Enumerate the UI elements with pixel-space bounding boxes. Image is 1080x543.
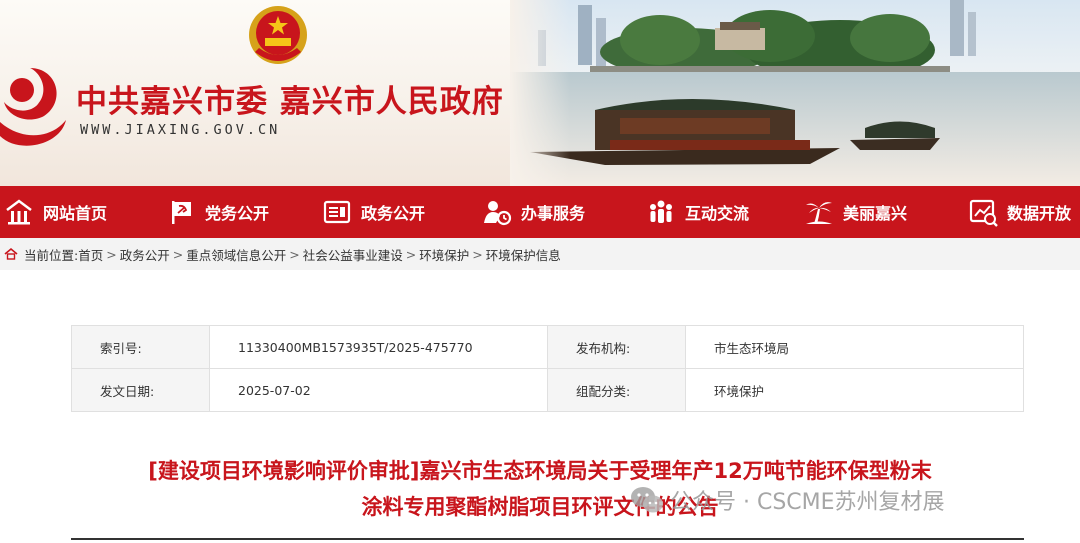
- date-label: 发文日期:: [71, 368, 210, 412]
- people-icon: [650, 200, 672, 223]
- breadcrumb-link-government[interactable]: 政务公开: [120, 245, 170, 264]
- main-nav: 网站首页 党务公开 政务公开 办事服务 互动交流 美丽嘉兴 数据开放: [0, 186, 1080, 238]
- breadcrumb-separator: >: [106, 246, 117, 262]
- breadcrumb-separator: >: [472, 246, 483, 262]
- nav-item-label: 数据开放: [1007, 204, 1072, 223]
- publisher-value: 市生态环境局: [685, 325, 1024, 369]
- nav-item-label: 党务公开: [205, 204, 270, 223]
- nav-item-label: 政务公开: [361, 204, 426, 223]
- breadcrumb-home-icon: [4, 247, 18, 260]
- breadcrumb-prefix: 当前位置:: [24, 247, 79, 263]
- palm-tree-icon: [806, 202, 832, 224]
- nav-item-interaction[interactable]: 互动交流: [646, 186, 749, 238]
- nav-item-open-data[interactable]: 数据开放: [968, 186, 1071, 238]
- breadcrumb-link-environment[interactable]: 环境保护: [419, 245, 469, 264]
- site-banner: 中共嘉兴市委 嘉兴市人民政府 WWW.JIAXING.GOV.CN: [0, 0, 1080, 186]
- nav-item-home[interactable]: 网站首页: [4, 186, 107, 238]
- breadcrumb-separator: >: [405, 246, 417, 262]
- breadcrumb-separator: >: [289, 246, 300, 262]
- nav-item-beautiful-jiaxing[interactable]: 美丽嘉兴: [804, 186, 907, 238]
- nav-item-label: 网站首页: [43, 204, 108, 223]
- nav-item-label: 互动交流: [685, 204, 750, 223]
- document-icon: [323, 200, 351, 224]
- nav-item-party[interactable]: 党务公开: [166, 186, 269, 238]
- site-title: 中共嘉兴市委 嘉兴市人民政府: [76, 84, 504, 120]
- index-label: 索引号:: [71, 325, 210, 369]
- data-icon: [969, 199, 998, 227]
- site-url: WWW.JIAXING.GOV.CN: [80, 122, 281, 138]
- index-value: 11330400MB1573935T/2025-475770: [209, 325, 548, 369]
- party-flag-icon: [172, 201, 191, 224]
- nav-item-government[interactable]: 政务公开: [322, 186, 425, 238]
- service-icon: [484, 201, 512, 226]
- nav-item-services[interactable]: 办事服务: [482, 186, 585, 238]
- breadcrumb: 当前位置: 首页 > 政务公开 > 重点领域信息公开 > 社会公益事业建设 > …: [0, 238, 1080, 270]
- nav-item-label: 美丽嘉兴: [843, 204, 908, 223]
- title-divider: [71, 538, 1024, 540]
- wechat-icon: [631, 487, 663, 513]
- date-value: 2025-07-02: [209, 368, 548, 412]
- south-lake-red-boat-photo: [510, 0, 1080, 186]
- wechat-watermark: 公众号 · CSCME苏州复材展: [630, 484, 945, 516]
- article-title-line1: [建设项目环境影响评价审批]嘉兴市生态环境局关于受理年产12万吨节能环保型粉末: [148, 459, 932, 483]
- table-row: 索引号: 11330400MB1573935T/2025-475770 发布机构…: [71, 325, 1024, 369]
- jiaxing-logo-icon: [0, 68, 66, 146]
- breadcrumb-link-environment-info[interactable]: 环境保护信息: [486, 245, 561, 264]
- breadcrumb-separator: >: [172, 246, 184, 262]
- document-info-table: 索引号: 11330400MB1573935T/2025-475770 发布机构…: [71, 325, 1024, 412]
- table-row: 发文日期: 2025-07-02 组配分类: 环境保护: [71, 368, 1024, 412]
- watermark-text: 公众号 · CSCME苏州复材展: [670, 490, 945, 515]
- category-label: 组配分类:: [547, 368, 686, 412]
- national-emblem-icon: [249, 6, 307, 64]
- nav-item-label: 办事服务: [521, 204, 586, 223]
- breadcrumb-link-home[interactable]: 首页: [78, 245, 103, 264]
- home-icon: [6, 199, 32, 225]
- breadcrumb-link-public-welfare[interactable]: 社会公益事业建设: [303, 245, 403, 264]
- breadcrumb-link-key-areas[interactable]: 重点领域信息公开: [186, 245, 286, 264]
- category-value: 环境保护: [685, 368, 1024, 412]
- publisher-label: 发布机构:: [547, 325, 686, 369]
